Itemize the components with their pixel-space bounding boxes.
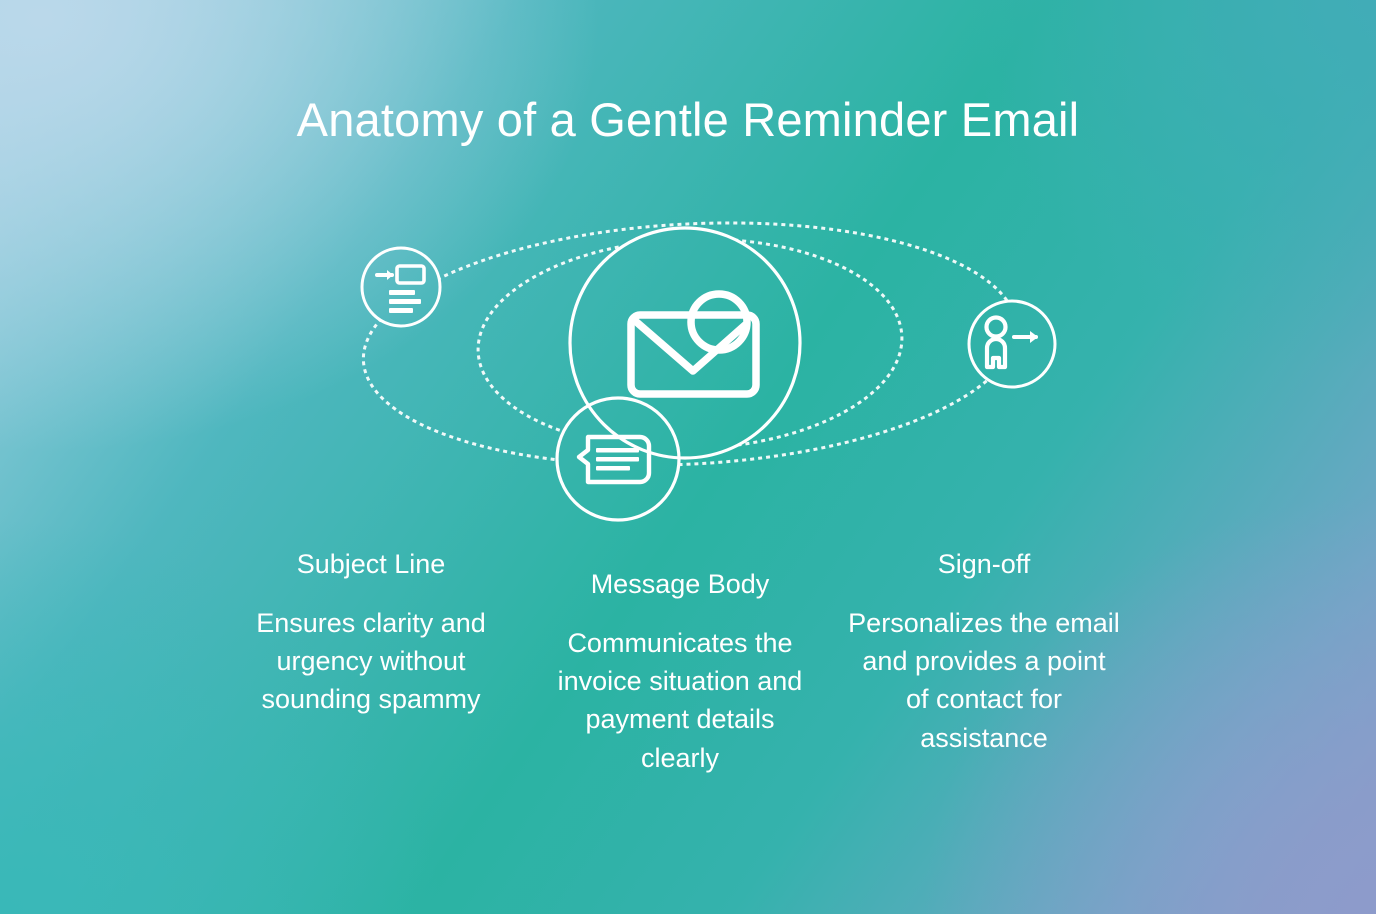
column-sign-off: Sign-off Personalizes the email and prov… [848,548,1120,757]
inner-orbit-ellipse [476,237,904,451]
node-message-body[interactable] [555,396,681,522]
node-sign-off[interactable] [967,299,1057,389]
subject-node-circle [360,246,442,328]
envelope-with-contact-icon [627,290,760,398]
outer-orbit-ellipse [361,221,1019,467]
column-description-sign-off: Personalizes the email and provides a po… [848,607,1120,753]
infographic-canvas: Anatomy of a Gentle Reminder Email Subje… [0,0,1376,914]
column-heading-sign-off: Sign-off [937,549,1031,579]
column-subject-line: Subject Line Ensures clarity and urgency… [240,548,502,719]
column-description-message-body: Communicates the invoice situation and p… [557,627,803,773]
center-node-circle [568,226,802,460]
column-heading-subject-line: Subject Line [296,549,446,579]
person-exit-arrow-icon [984,315,1038,370]
orbit-group [361,221,1019,467]
node-center-message[interactable] [568,226,802,460]
message-bubble-icon [576,434,652,485]
node-subject-line[interactable] [360,246,442,328]
column-heading-message-body: Message Body [590,569,770,599]
signoff-node-circle [967,299,1057,389]
column-description-subject-line: Ensures clarity and urgency without soun… [256,607,486,715]
column-message-body: Message Body Communicates the invoice si… [548,568,812,777]
